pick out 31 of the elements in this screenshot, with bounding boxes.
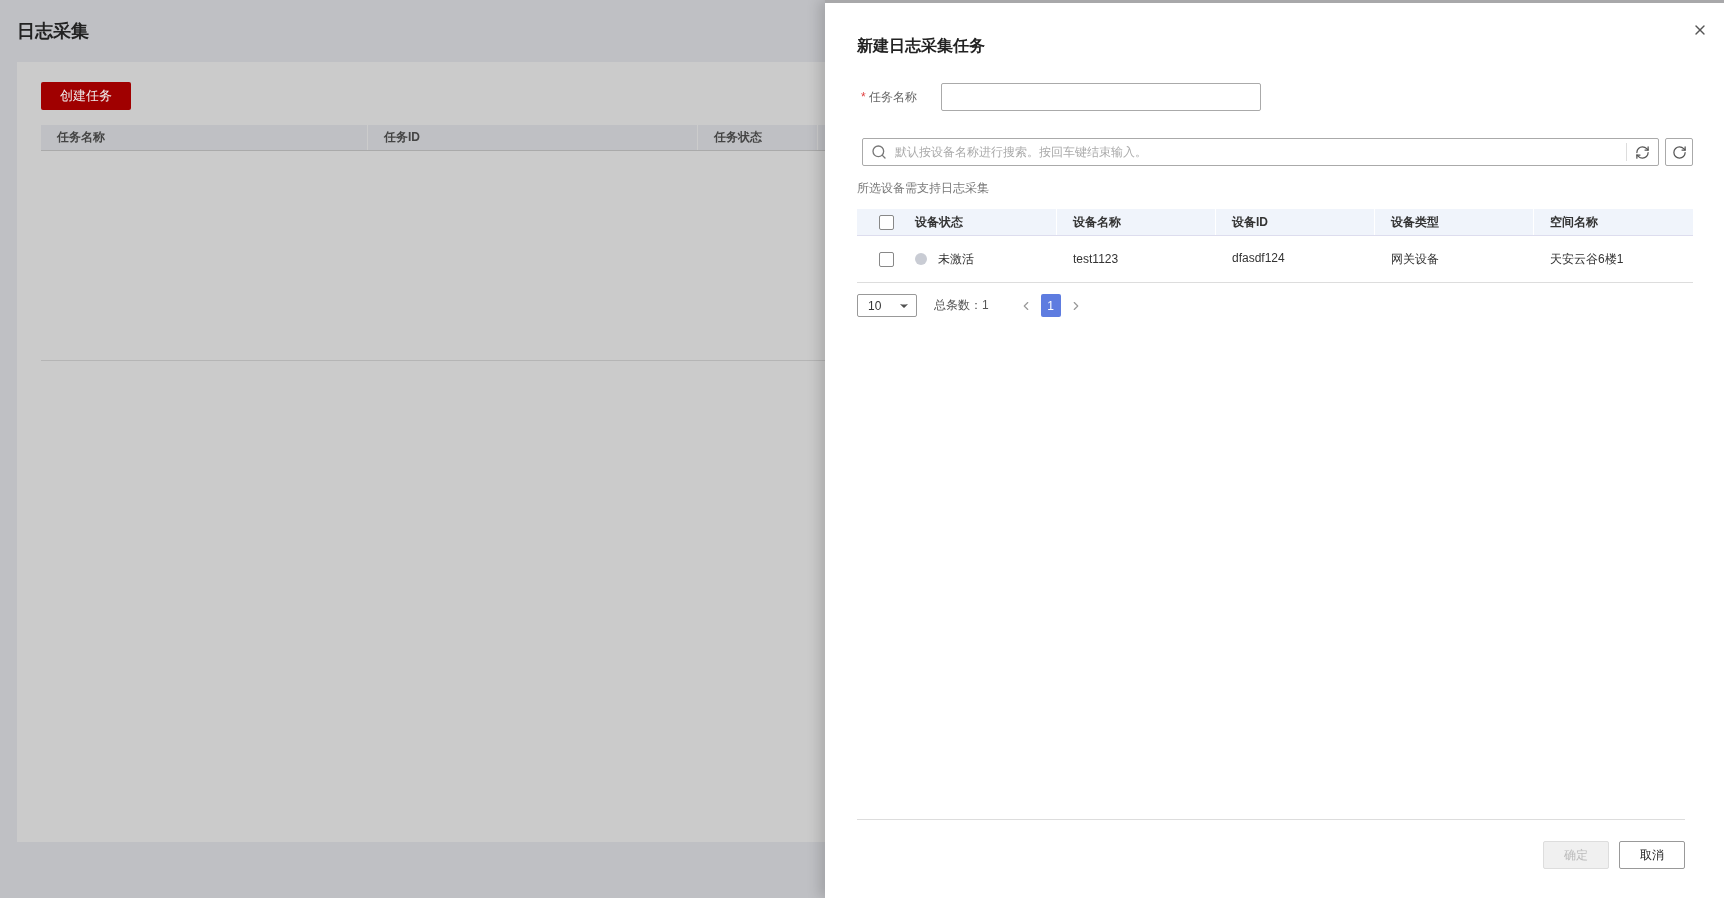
sync-icon[interactable] (1635, 144, 1650, 160)
table-cell-text: 网关设备 (1390, 250, 1440, 268)
page-size-select[interactable]: 10 (857, 294, 917, 317)
page-button[interactable]: 1 (1040, 294, 1061, 317)
search-icon (871, 144, 887, 160)
search-bar[interactable]: 默认按设备名称进行搜索。按回车键结束输入。 (862, 138, 1659, 166)
table-cell: 未激活 (938, 250, 974, 268)
dialog-button[interactable]: 取消 (1619, 841, 1685, 869)
column-header: 空间名称 (1549, 213, 1599, 231)
column-header: 任务ID (368, 125, 698, 150)
row-checkbox[interactable] (878, 251, 894, 267)
page-title: 日志采集 (17, 20, 90, 43)
required-mark: * (861, 89, 866, 104)
hint-text: 所选设备需支持日志采集 (857, 180, 990, 197)
column-header: 设备状态 (915, 209, 1057, 235)
field-label: 任务名称 (868, 89, 917, 104)
refresh-button[interactable] (1665, 138, 1693, 166)
refresh-icon (1671, 144, 1687, 160)
table-cell-text: 天安云谷6楼1 (1549, 250, 1625, 268)
task-name-field[interactable] (941, 83, 1261, 111)
total-count: 总条数：1 (934, 297, 989, 314)
column-header: 设备类型 (1375, 209, 1534, 235)
column-header: 任务状态 (698, 125, 818, 150)
column-header: 设备ID (1216, 209, 1375, 235)
column-header: 设备名称 (1057, 209, 1216, 235)
select-all-checkbox[interactable] (878, 214, 894, 230)
create-task-button[interactable]: 创建任务 (41, 82, 131, 110)
drawer-title: 新建日志采集任务 (857, 36, 986, 56)
table-cell-text: test1123 (1072, 251, 1120, 268)
column-header: 任务名称 (41, 125, 368, 150)
table-cell-text: dfasdf124 (1231, 250, 1286, 267)
